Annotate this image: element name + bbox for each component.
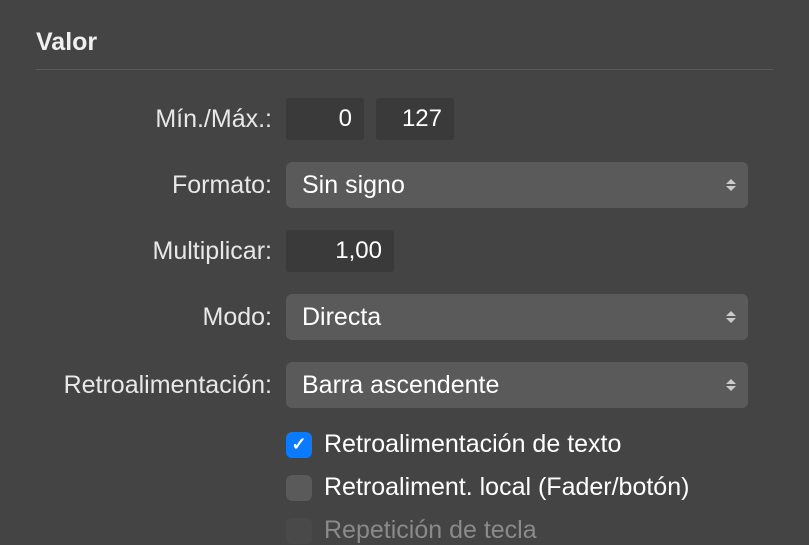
- section-title: Valor: [36, 28, 773, 57]
- select-modo[interactable]: Directa: [286, 294, 748, 340]
- checkbox-texto[interactable]: ✓: [286, 432, 312, 458]
- section-divider: [36, 69, 773, 70]
- checkbox-group: ✓ Retroalimentación de texto Retroalimen…: [286, 430, 773, 545]
- input-multiplicar[interactable]: [286, 230, 394, 272]
- row-formato: Formato: Sin signo: [36, 162, 773, 208]
- checkmark-icon: ✓: [291, 434, 306, 455]
- input-min[interactable]: [286, 98, 364, 140]
- input-max[interactable]: [376, 98, 454, 140]
- checkbox-repeticion: [286, 518, 312, 544]
- multiplicar-inputs: [286, 230, 394, 272]
- label-retro: Retroalimentación:: [36, 371, 272, 400]
- select-modo-wrap: Directa: [286, 294, 748, 340]
- select-formato[interactable]: Sin signo: [286, 162, 748, 208]
- label-minmax: Mín./Máx.:: [36, 105, 272, 134]
- select-retro-value: Barra ascendente: [302, 371, 499, 400]
- checkbox-label-texto: Retroalimentación de texto: [324, 430, 621, 459]
- select-retro-wrap: Barra ascendente: [286, 362, 748, 408]
- label-multiplicar: Multiplicar:: [36, 237, 272, 266]
- select-retro[interactable]: Barra ascendente: [286, 362, 748, 408]
- row-retro: Retroalimentación: Barra ascendente: [36, 362, 773, 408]
- row-multiplicar: Multiplicar:: [36, 230, 773, 272]
- row-minmax: Mín./Máx.:: [36, 98, 773, 140]
- label-modo: Modo:: [36, 303, 272, 332]
- select-formato-value: Sin signo: [302, 171, 405, 200]
- label-formato: Formato:: [36, 171, 272, 200]
- checkbox-row-texto: ✓ Retroalimentación de texto: [286, 430, 773, 459]
- checkbox-label-local: Retroaliment. local (Fader/botón): [324, 473, 689, 502]
- select-formato-wrap: Sin signo: [286, 162, 748, 208]
- minmax-inputs: [286, 98, 454, 140]
- row-modo: Modo: Directa: [36, 294, 773, 340]
- checkbox-local[interactable]: [286, 475, 312, 501]
- checkbox-row-repeticion: Repetición de tecla: [286, 516, 773, 545]
- select-modo-value: Directa: [302, 303, 381, 332]
- checkbox-row-local: Retroaliment. local (Fader/botón): [286, 473, 773, 502]
- checkbox-label-repeticion: Repetición de tecla: [324, 516, 537, 545]
